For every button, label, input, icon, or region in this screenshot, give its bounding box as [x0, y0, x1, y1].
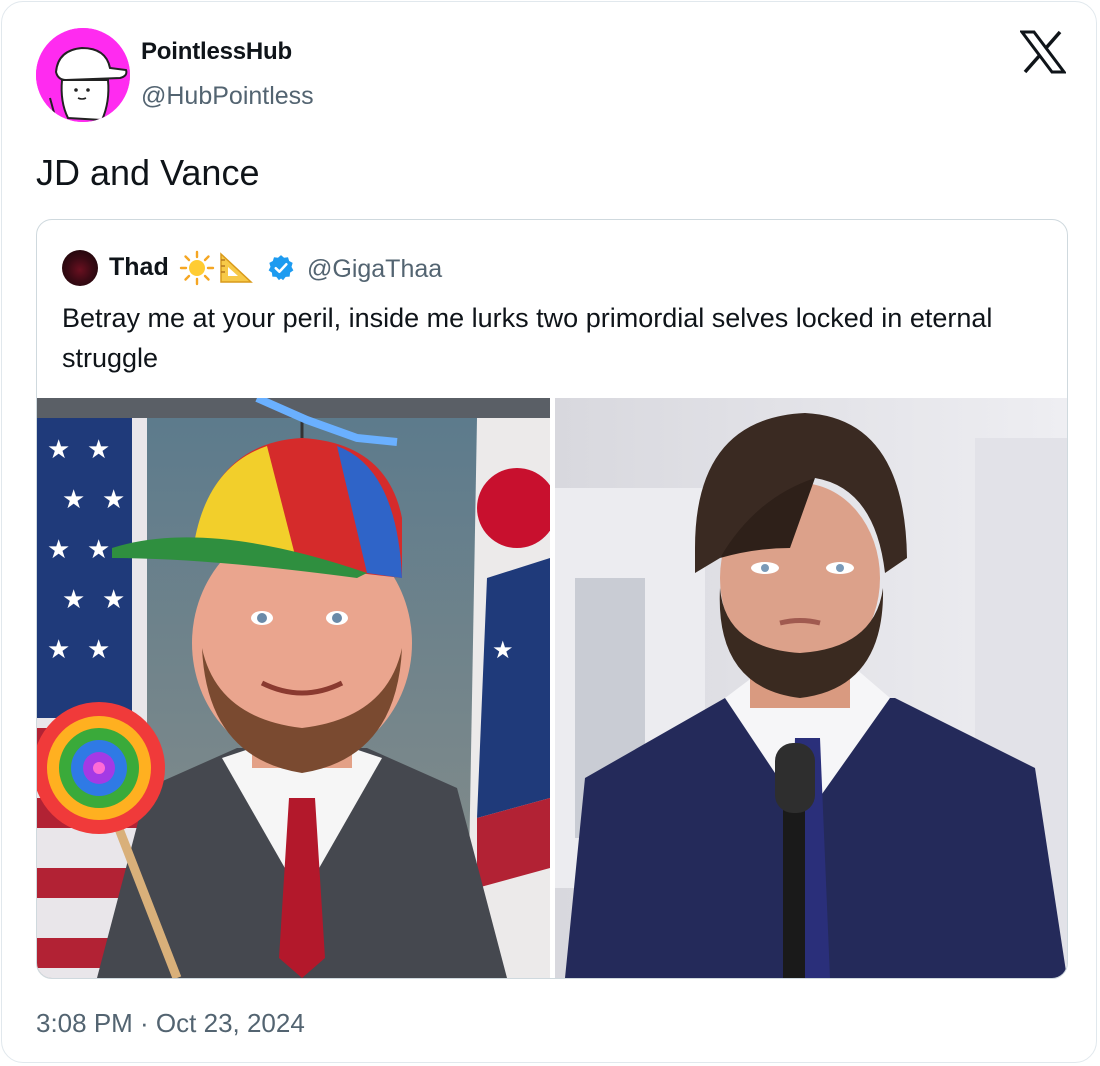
quoted-tweet[interactable]: Thad @GigaThaa Betray me at your peril, … [36, 219, 1068, 979]
svg-text:★: ★ [492, 636, 514, 664]
quoted-tweet-text: Betray me at your peril, inside me lurks… [62, 303, 993, 373]
author-name[interactable]: PointlessHub [141, 38, 292, 66]
quoted-media-grid: ★ ★ ★ ★ ★ ★ ★ ★ ★ ★ ★ [37, 398, 1067, 978]
avatar-doodle-icon [36, 28, 130, 122]
svg-text:★: ★ [87, 435, 110, 465]
author-avatar[interactable] [36, 28, 130, 122]
svg-text:★: ★ [87, 635, 110, 665]
svg-text:★: ★ [102, 585, 125, 615]
author-handle[interactable]: @HubPointless [141, 82, 314, 111]
svg-text:★: ★ [87, 535, 110, 565]
quoted-author-handle[interactable]: @GigaThaa [307, 255, 442, 284]
svg-text:★: ★ [102, 485, 125, 515]
media-image-left[interactable]: ★ ★ ★ ★ ★ ★ ★ ★ ★ ★ ★ [37, 398, 550, 978]
verified-badge-icon [268, 255, 294, 281]
triangular-ruler-emoji-icon [220, 252, 253, 283]
svg-text:★: ★ [47, 635, 70, 665]
svg-text:★: ★ [62, 485, 85, 515]
media-image-right[interactable] [555, 398, 1067, 978]
svg-text:★: ★ [62, 585, 85, 615]
svg-text:★: ★ [47, 535, 70, 565]
tweet-text: JD and Vance [36, 152, 260, 193]
svg-text:★: ★ [47, 435, 70, 465]
x-logo-icon[interactable] [1019, 30, 1067, 74]
sun-emoji-icon [179, 250, 215, 286]
tweet-card: PointlessHub @HubPointless JD and Vance … [1, 1, 1097, 1063]
quoted-author-avatar[interactable] [62, 250, 98, 286]
tweet-timestamp[interactable]: 3:08 PM · Oct 23, 2024 [36, 1008, 305, 1039]
quoted-author-name[interactable]: Thad [109, 253, 169, 282]
